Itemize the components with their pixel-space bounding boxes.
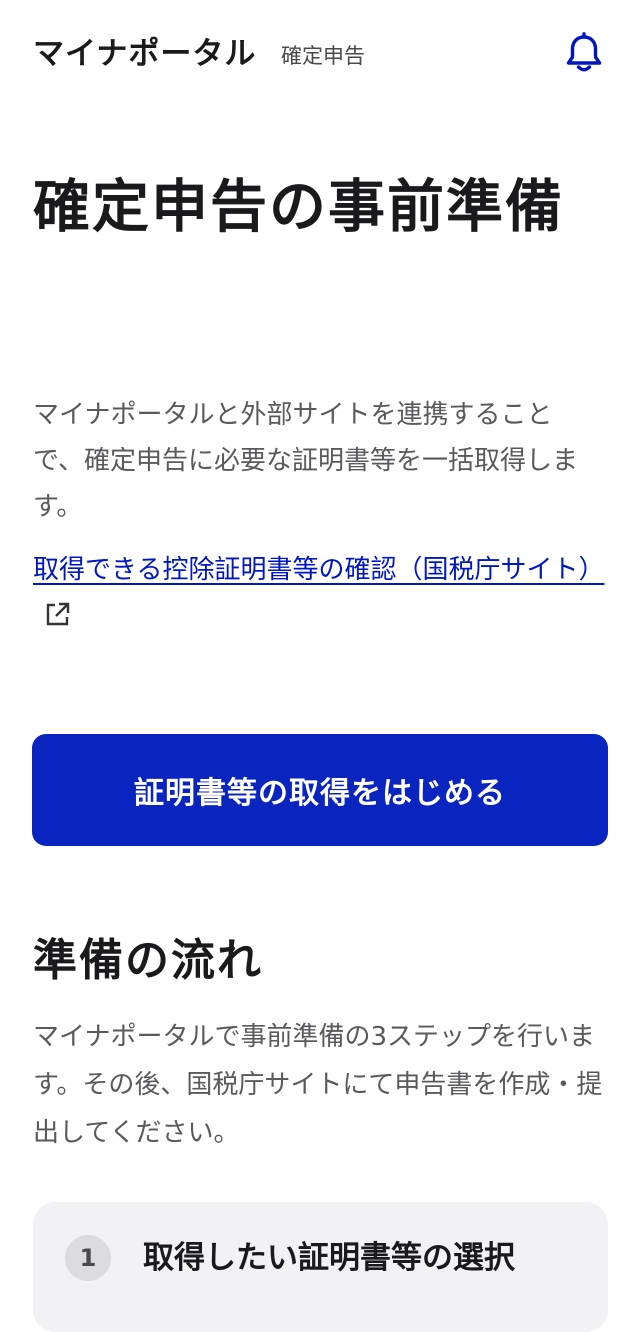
bell-icon: [566, 32, 602, 72]
section-label: 確定申告: [281, 44, 365, 68]
page-title: 確定申告の事前準備: [33, 174, 564, 240]
app-header: マイナポータル 確定申告: [0, 0, 640, 104]
tax-agency-link-label[interactable]: 取得できる控除証明書等の確認（国税庁サイト）: [33, 555, 604, 585]
start-acquisition-button[interactable]: 証明書等の取得をはじめる: [32, 734, 608, 846]
step-number-badge: 1: [65, 1235, 111, 1281]
tax-agency-link[interactable]: 取得できる控除証明書等の確認（国税庁サイト）: [33, 547, 604, 639]
brand-title[interactable]: マイナポータル: [33, 32, 256, 76]
flow-heading: 準備の流れ: [33, 935, 263, 986]
external-link-icon: [46, 602, 70, 626]
step-card-1[interactable]: 1 取得したい証明書等の選択: [33, 1202, 608, 1332]
step-label: 取得したい証明書等の選択: [143, 1240, 515, 1276]
notification-button[interactable]: [564, 32, 604, 74]
intro-text: マイナポータルと外部サイトを連携することで、確定申告に必要な証明書等を一括取得し…: [33, 400, 578, 522]
flow-description: マイナポータルで事前準備の3ステップを行います。その後、国税庁サイトにて申告書を…: [33, 1022, 603, 1148]
